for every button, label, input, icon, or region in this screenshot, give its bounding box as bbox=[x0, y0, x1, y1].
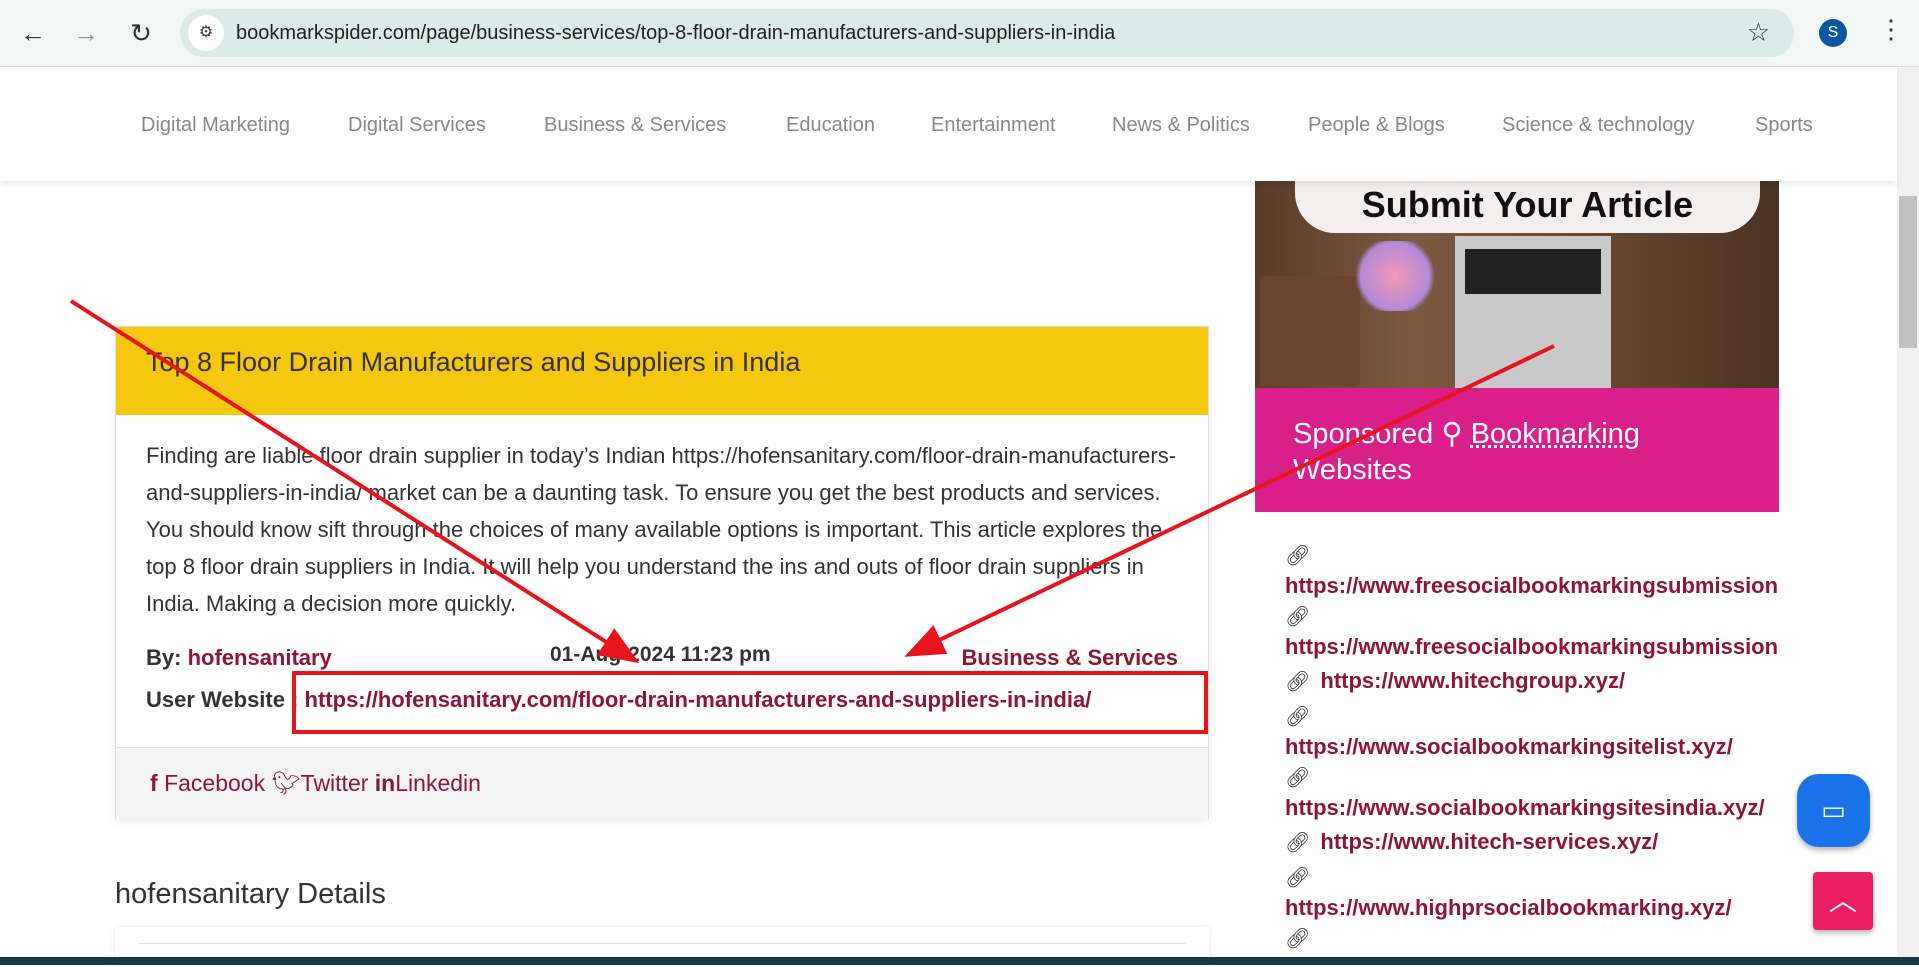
link-icon: 🔗︎ bbox=[1285, 832, 1311, 854]
link-icon: 🔗︎ bbox=[1285, 606, 1311, 628]
scrollbar-thumb[interactable] bbox=[1899, 196, 1917, 348]
nav-people-blogs[interactable]: People & Blogs bbox=[1308, 114, 1445, 137]
nav-entertainment[interactable]: Entertainment bbox=[931, 114, 1056, 137]
device-toggle-button[interactable]: ▭ bbox=[1797, 774, 1870, 847]
post-date: 01-Aug-2024 11:23 pm bbox=[550, 643, 771, 666]
link-icon: 🔗︎ bbox=[1285, 545, 1311, 567]
back-icon[interactable]: ← bbox=[16, 16, 50, 50]
linkedin-share[interactable]: inLinkedin bbox=[375, 770, 481, 796]
sponsored-label: Sponsored bbox=[1293, 418, 1434, 450]
nav-sports[interactable]: Sports bbox=[1755, 114, 1813, 137]
twitter-label: Twitter bbox=[300, 770, 369, 796]
book-image bbox=[1260, 276, 1360, 386]
link-icon: 🔗︎ bbox=[1285, 671, 1311, 693]
address-bar[interactable]: ⚙ bookmarkspider.com/page/business-servi… bbox=[180, 9, 1794, 57]
sponsored-link[interactable]: 🔗︎ https://www.freesocialbookmarkingsubmi… bbox=[1285, 601, 1779, 662]
nav-news-politics[interactable]: News & Politics bbox=[1112, 114, 1250, 137]
sponsored-link[interactable]: 🔗︎ https://www.socialbookmarkingsitelist.… bbox=[1285, 701, 1779, 762]
keyboard-image bbox=[1465, 249, 1601, 294]
sponsored-link[interactable]: 🔗︎ https://www.freesocialbookmarkingsubmi… bbox=[1285, 540, 1779, 601]
sponsored-link[interactable]: 🔗︎ https://www.hitechgroup.xyz/ bbox=[1285, 666, 1779, 697]
nav-business-services[interactable]: Business & Services bbox=[544, 114, 726, 137]
user-website-label: User Website : bbox=[146, 687, 299, 712]
chevron-up-icon: ︿ bbox=[1828, 885, 1857, 916]
search-icon: ⚲ bbox=[1441, 418, 1463, 450]
linkedin-icon: in bbox=[374, 770, 396, 796]
scroll-to-top-button[interactable]: ︿ bbox=[1813, 872, 1873, 930]
link-icon: 🔗︎ bbox=[1285, 706, 1311, 728]
share-bar: f Facebook 🐦︎Twitter inLinkedin bbox=[116, 747, 1208, 819]
flowers-image bbox=[1350, 241, 1440, 311]
sponsored-link[interactable]: 🔗︎ https://www.hitech-services.xyz/ bbox=[1285, 827, 1779, 858]
bookmark-star-icon[interactable]: ☆ bbox=[1747, 17, 1770, 48]
user-website-link[interactable]: https://hofensanitary.com/floor-drain-ma… bbox=[305, 687, 1092, 712]
url-text[interactable]: bookmarkspider.com/page/business-service… bbox=[236, 22, 1115, 45]
sponsored-link[interactable]: 🔗︎ https://www.highprsocialbookmarking.xy… bbox=[1285, 862, 1779, 923]
author-link[interactable]: hofensanitary bbox=[188, 645, 332, 670]
sponsored-link[interactable]: 🔗︎ https://www.socialbookmarkingsitesindi… bbox=[1285, 762, 1779, 823]
details-heading: hofensanitary Details bbox=[115, 878, 386, 910]
menu-icon[interactable]: ⋮ bbox=[1878, 14, 1904, 45]
banner-text: Submit Your Article bbox=[1295, 181, 1760, 233]
twitter-share[interactable]: 🐦︎Twitter bbox=[271, 770, 368, 796]
link-icon: 🔗︎ bbox=[1285, 928, 1311, 950]
category-nav: Digital Marketing Digital Services Busin… bbox=[0, 67, 1897, 181]
bookmarking-label: Bookmarking bbox=[1470, 418, 1640, 450]
sponsored-link[interactable]: 🔗︎ bbox=[1285, 923, 1779, 954]
sponsored-links: 🔗︎ https://www.freesocialbookmarkingsubmi… bbox=[1255, 512, 1779, 965]
linkedin-label: Linkedin bbox=[395, 770, 481, 796]
by-label: By: bbox=[146, 645, 182, 670]
reload-icon[interactable]: ↻ bbox=[124, 16, 158, 50]
nav-education[interactable]: Education bbox=[786, 114, 875, 137]
facebook-icon: f bbox=[150, 770, 158, 796]
browser-toolbar: ← → ↻ ⚙ bookmarkspider.com/page/business… bbox=[0, 0, 1919, 67]
site-info-icon[interactable]: ⚙ bbox=[188, 15, 224, 51]
sponsored-header: Sponsored ⚲ Bookmarking Websites bbox=[1255, 388, 1779, 512]
article-card: Top 8 Floor Drain Manufacturers and Supp… bbox=[115, 326, 1209, 819]
facebook-label: Facebook bbox=[164, 770, 266, 796]
article-body: Finding are liable floor drain supplier … bbox=[146, 443, 1177, 616]
forward-icon[interactable]: → bbox=[69, 16, 103, 50]
category-link[interactable]: Business & Services bbox=[962, 645, 1178, 671]
facebook-share[interactable]: f Facebook bbox=[150, 770, 265, 796]
devices-icon: ▭ bbox=[1821, 795, 1846, 825]
twitter-icon: 🐦︎ bbox=[271, 770, 301, 796]
nav-science-technology[interactable]: Science & technology bbox=[1502, 114, 1694, 137]
link-icon: 🔗︎ bbox=[1285, 867, 1311, 889]
nav-digital-marketing[interactable]: Digital Marketing bbox=[141, 114, 290, 137]
taskbar bbox=[0, 957, 1919, 965]
article-title: Top 8 Floor Drain Manufacturers and Supp… bbox=[116, 327, 1208, 415]
submit-article-banner[interactable]: Submit Your Article bbox=[1255, 181, 1779, 388]
nav-digital-services[interactable]: Digital Services bbox=[348, 114, 486, 137]
websites-label: Websites bbox=[1293, 454, 1412, 486]
link-icon: 🔗︎ bbox=[1285, 767, 1311, 789]
profile-avatar[interactable]: S bbox=[1819, 19, 1847, 47]
